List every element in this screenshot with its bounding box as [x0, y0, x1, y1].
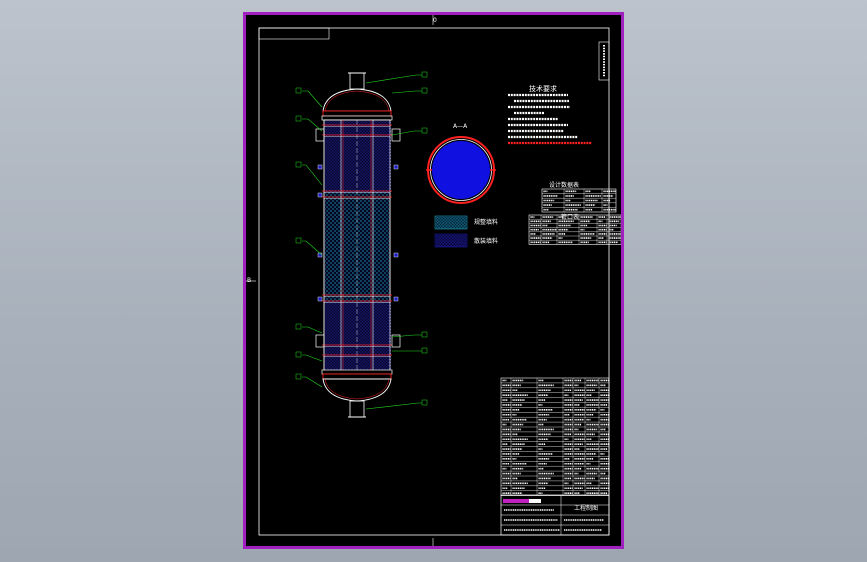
nozzle-table-title: 管口表 [561, 214, 580, 221]
border-center-marker: 0 [433, 17, 437, 24]
design-table [541, 188, 617, 213]
section-label: A—A [453, 123, 468, 130]
title-block-drawing-name: 工程制图 [574, 505, 599, 512]
left-edge-marker: B [247, 277, 252, 284]
design-table-title: 设计数据表 [549, 182, 580, 189]
section-a-a [426, 136, 496, 204]
inner-frame [258, 27, 610, 536]
title-block [500, 494, 610, 536]
corner-title-box [258, 27, 330, 40]
cad-drawing [246, 15, 621, 546]
section-fill [432, 141, 490, 199]
column-vessel [315, 72, 401, 418]
bottom-head [322, 378, 392, 402]
parts-list [500, 377, 610, 496]
drawing-sheet: 0 B A—A 技术要求 规整填料 散装填料 设计数据表 管口表 工程制图 [243, 12, 624, 549]
top-head [322, 88, 392, 112]
legend-label-random: 散装填料 [474, 238, 499, 245]
bottom-nozzle [349, 400, 365, 418]
top-nozzle [349, 72, 365, 90]
packing-legend [434, 215, 468, 248]
tech-requirements-title: 技术要求 [529, 85, 557, 93]
tech-requirements [508, 93, 592, 145]
legend-label-structured: 规整填料 [474, 219, 499, 226]
